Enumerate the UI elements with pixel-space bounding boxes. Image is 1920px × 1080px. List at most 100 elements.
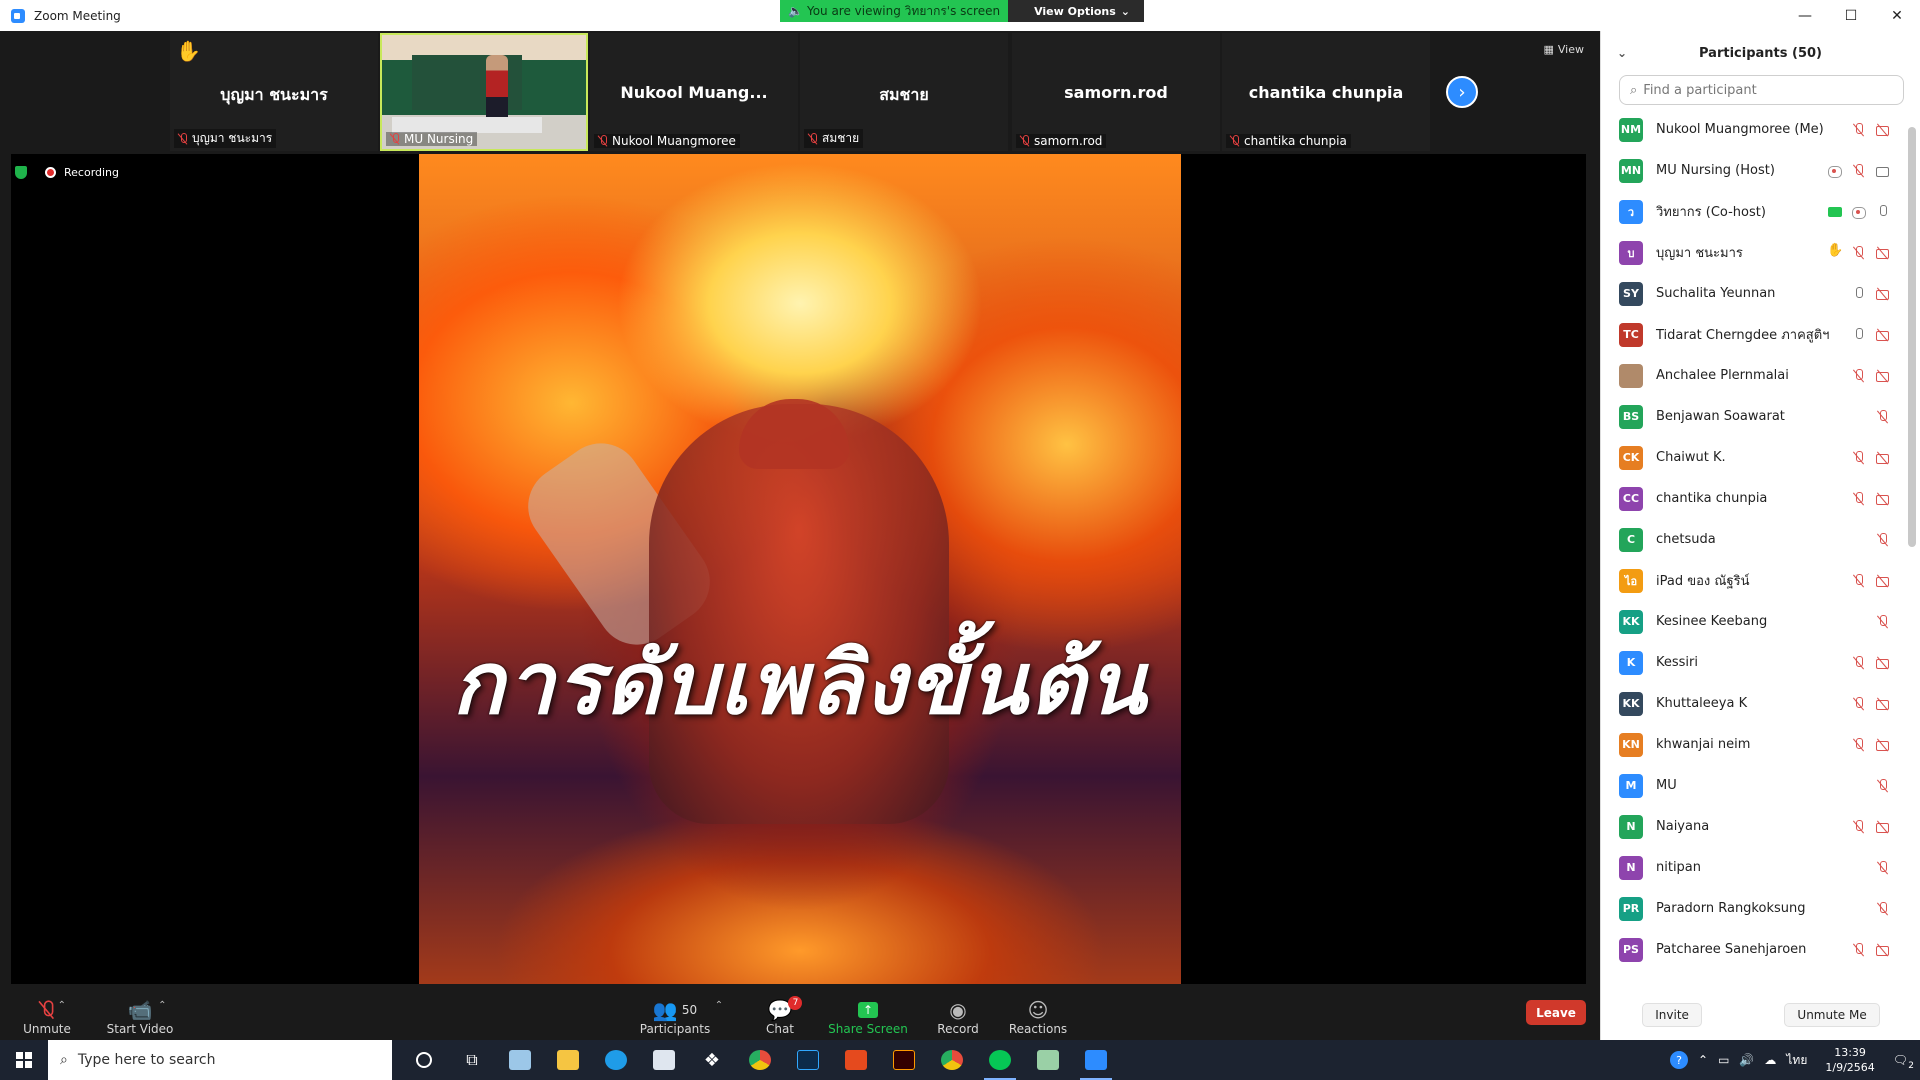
reactions-button[interactable]: ☺ Reactions [993,988,1083,1036]
participant-row[interactable]: Cchetsuda [1601,519,1920,560]
tile-label-text: MU Nursing [404,132,474,146]
mic-off-icon [1876,614,1890,629]
participant-row[interactable]: CK Chaiwut K. [1601,437,1920,478]
participant-row[interactable]: N Naiyana [1601,806,1920,847]
notification-icon[interactable]: 🗨 2 [1893,1053,1914,1071]
task-view-button[interactable]: ⧉ [448,1040,496,1080]
smiley-icon: ☺ [1027,998,1049,1022]
taskbar-app[interactable] [592,1040,640,1080]
chevron-down-icon[interactable]: ⌄ [1617,46,1627,60]
record-button[interactable]: ◉ Record [913,988,1003,1036]
participant-row[interactable]: PS Patcharee Sanehjaroen [1601,929,1920,970]
reactions-icon-wrap: ☺ [1028,998,1049,1022]
onedrive-icon[interactable]: ☁ [1764,1053,1776,1067]
chat-button[interactable]: 💬 7 Chat [735,988,825,1036]
next-page-button[interactable]: › [1446,76,1478,108]
view-options-button[interactable]: View Options ⌄ [1008,0,1145,22]
close-button[interactable]: ✕ [1874,0,1920,31]
vid-off-icon [1876,451,1890,465]
taskbar-app[interactable] [976,1040,1024,1080]
participants-button[interactable]: 👥 50 ⌃ Participants [630,988,723,1036]
battery-icon[interactable]: ▭ [1718,1053,1729,1067]
vid-on-icon [1876,164,1890,178]
participant-row[interactable]: SY Suchalita Yeunnan [1601,273,1920,314]
taskbar-app[interactable] [928,1040,976,1080]
taskbar-app[interactable] [640,1040,688,1080]
participant-row[interactable]: Nnitipan [1601,847,1920,888]
caret-up-icon[interactable]: ⌃ [158,1000,166,1011]
start-button[interactable] [0,1040,48,1080]
mic-off-icon [1876,860,1890,875]
cortana-button[interactable] [400,1040,448,1080]
video-tile[interactable]: samorn.rod samorn.rod [1012,33,1220,151]
avatar: SY [1619,281,1643,306]
participant-row[interactable]: ไอ iPad ของ ณัฐริน์ [1601,560,1920,601]
participant-row[interactable]: TC Tidarat Cherngdee ภาคสูติฯ [1601,314,1920,355]
participant-row[interactable]: CC chantika chunpia [1601,478,1920,519]
illustrator-icon [893,1050,915,1070]
share-screen-button[interactable]: ↑ Share Screen [823,988,913,1036]
view-button[interactable]: ▦ View [1543,43,1584,56]
participant-row[interactable]: KK Kesinee Keebang [1601,601,1920,642]
video-tile[interactable]: สมชาย สมชาย [800,33,1008,151]
shared-screen: Recording การดับเพลิงขั้นต้น [11,154,1586,984]
taskbar-app[interactable] [1072,1040,1120,1080]
start-video-button[interactable]: 📹 ⌃ Start Video [95,988,185,1036]
participant-row[interactable]: BS Benjawan Soawarat [1601,396,1920,437]
windows-logo-icon [16,1052,32,1068]
search-placeholder: Find a participant [1643,82,1757,98]
taskbar-app[interactable] [880,1040,928,1080]
participant-search-input[interactable]: ⌕ Find a participant [1619,75,1904,105]
video-tile[interactable]: Nukool Muang... Nukool Muangmoree [590,33,798,151]
volume-icon[interactable]: 🔊 [1739,1053,1754,1067]
participant-row[interactable]: NM Nukool Muangmoree (Me) [1601,109,1920,150]
invite-button[interactable]: Invite [1642,1003,1702,1027]
taskbar-app[interactable] [496,1040,544,1080]
participant-row[interactable]: M MU [1601,765,1920,806]
tile-label-text: Nukool Muangmoree [612,134,736,148]
taskbar-app[interactable] [544,1040,592,1080]
taskbar-search-input[interactable]: ⌕ Type here to search [48,1040,392,1080]
unmute-label: Unmute [23,1022,71,1036]
participant-row[interactable]: KN khwanjai neim [1601,724,1920,765]
participant-row[interactable]: MN MU Nursing (Host) [1601,150,1920,191]
taskbar-app[interactable] [832,1040,880,1080]
avatar: CC [1619,486,1643,511]
video-tile[interactable]: chantika chunpia chantika chunpia [1222,33,1430,151]
caret-up-icon[interactable]: ⌃ [58,1000,66,1011]
participant-row[interactable]: PR Paradorn Rangkoksung [1601,888,1920,929]
close-icon: ✕ [1891,7,1903,24]
participant-row[interactable]: ว วิทยากร (Co-host) [1601,191,1920,232]
maximize-button[interactable]: ☐ [1828,0,1874,31]
speaker-icon: 🔈 [788,4,803,18]
unmute-button[interactable]: ⌃ Unmute [2,988,92,1036]
mic-off-icon [1852,163,1866,178]
view-options-label: View Options [1034,4,1116,18]
store-icon [653,1050,675,1070]
taskbar-app[interactable] [784,1040,832,1080]
taskbar-app[interactable]: ❖ [688,1040,736,1080]
participant-row[interactable]: K Kessiri [1601,642,1920,683]
participant-row[interactable]: Anchalee Plernmalai [1601,355,1920,396]
participant-row[interactable]: บ บุญมา ชนะมาร [1601,232,1920,273]
recording-label: Recording [64,166,120,179]
clock[interactable]: 13:39 1/9/2564 [1825,1045,1874,1075]
participant-row[interactable]: KK Khuttaleeya K [1601,683,1920,724]
avatar: บ [1619,240,1643,265]
tile-name: Nukool Muang... [620,83,768,102]
panel-scrollbar[interactable] [1908,127,1916,547]
video-tile[interactable]: ✋ บุญมา ชนะมาร บุญมา ชนะมาร [170,33,378,151]
chevron-up-icon[interactable]: ⌃ [1698,1053,1708,1067]
unmute-me-button[interactable]: Unmute Me [1784,1003,1880,1027]
caret-up-icon[interactable]: ⌃ [715,1000,723,1011]
language-indicator[interactable]: ไทย [1786,1051,1807,1070]
help-icon[interactable]: ? [1670,1051,1689,1069]
taskbar-app[interactable] [736,1040,784,1080]
video-tile-active-speaker[interactable]: MU Nursing [380,33,588,151]
avatar: BS [1619,404,1643,429]
participant-status-icons [1876,532,1890,547]
record-icon: ◉ [949,998,967,1022]
minimize-button[interactable]: — [1782,0,1828,31]
leave-button[interactable]: Leave [1526,1000,1586,1025]
taskbar-app[interactable] [1024,1040,1072,1080]
